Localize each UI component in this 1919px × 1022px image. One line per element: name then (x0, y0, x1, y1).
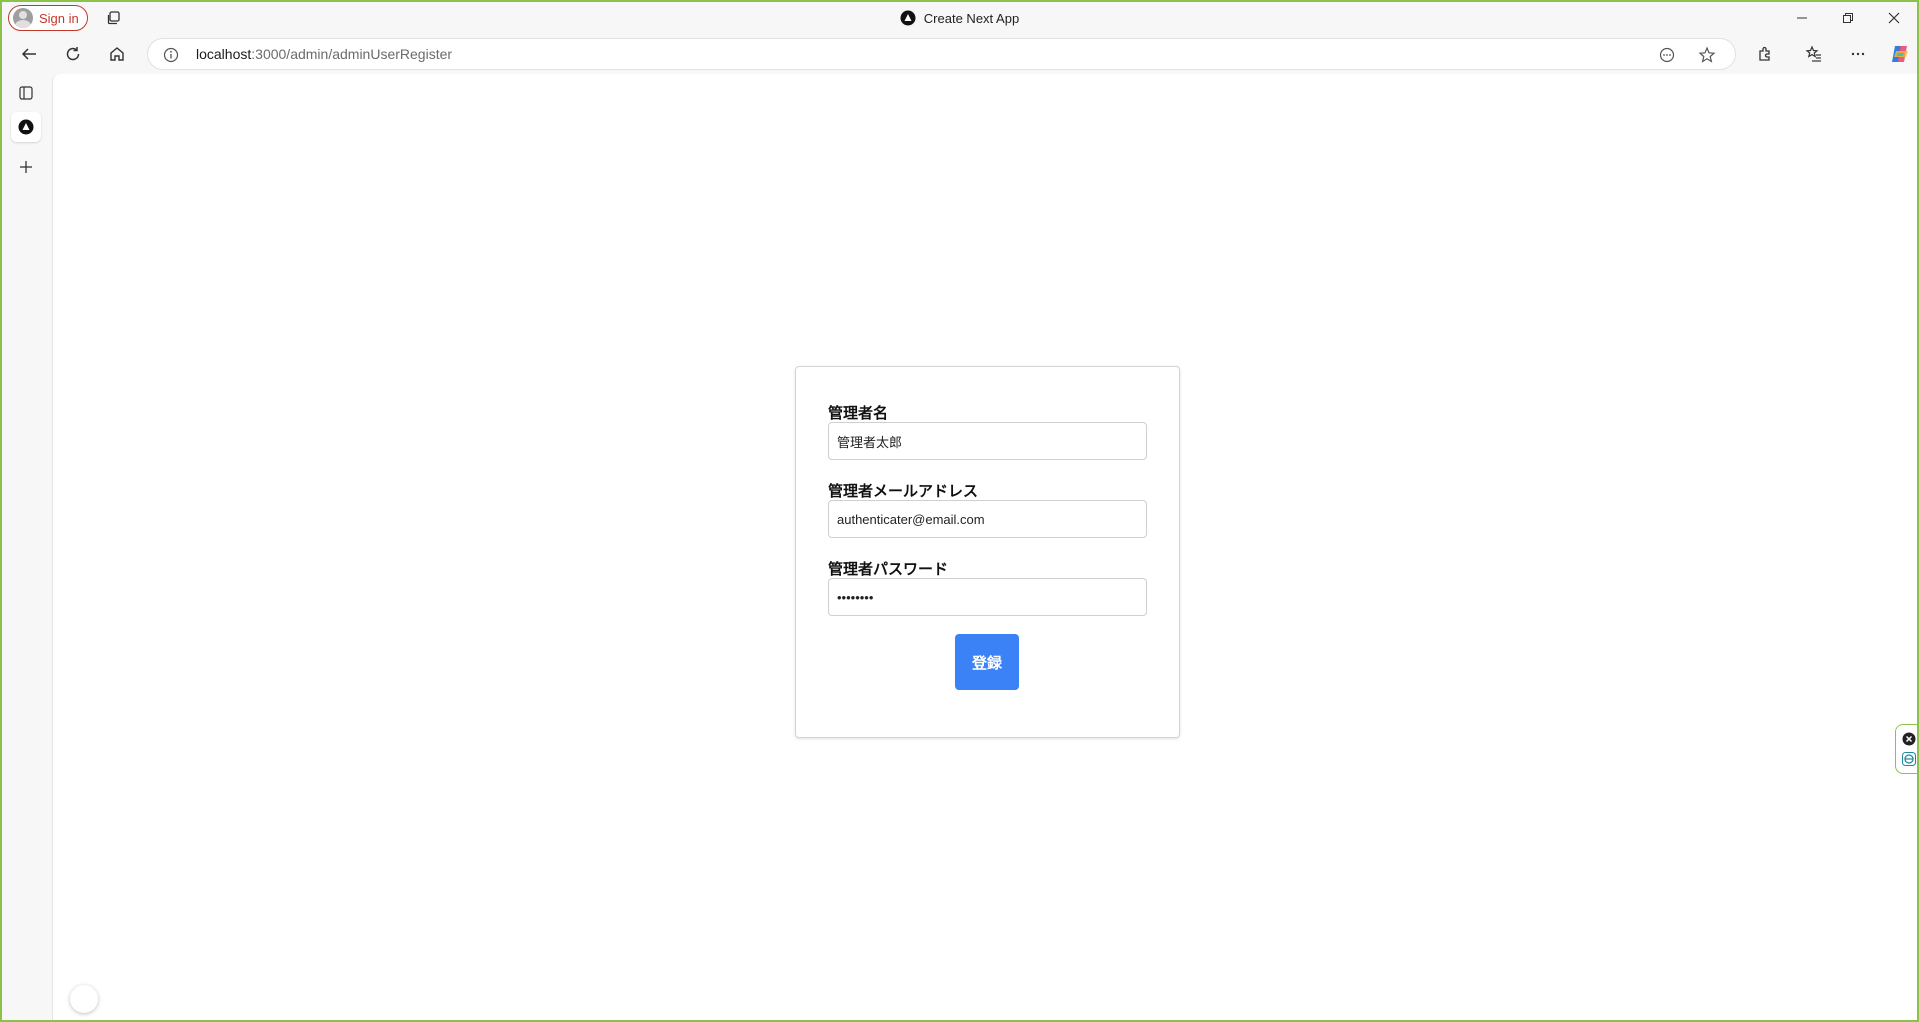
minimize-icon (1797, 17, 1807, 19)
close-circle-icon (1902, 732, 1915, 746)
favorite-star-icon (1698, 46, 1716, 63)
nextjs-icon (18, 119, 34, 135)
window-title-text: Create Next App (923, 10, 1020, 26)
copilot-button[interactable] (1886, 40, 1914, 68)
close-icon (1888, 12, 1900, 24)
sign-in-label: Sign in (39, 10, 79, 26)
email-input[interactable] (828, 500, 1147, 538)
maximize-button[interactable] (1825, 2, 1871, 34)
refresh-icon (66, 47, 80, 61)
copilot-icon (1892, 46, 1908, 62)
password-input[interactable] (828, 578, 1147, 616)
vertical-tab-strip (2, 74, 52, 1020)
register-button[interactable]: 登録 (955, 634, 1019, 690)
url-text[interactable]: localhost:3000/admin/adminUserRegister (196, 39, 452, 69)
reader-icon (1659, 47, 1675, 63)
url-host: localhost (196, 46, 252, 62)
close-window-button[interactable] (1871, 2, 1917, 34)
sidebar-toggle-icon (19, 86, 33, 100)
url-path: :3000/admin/adminUserRegister (251, 46, 453, 62)
new-tab-button[interactable] (11, 152, 41, 182)
tabs-icon[interactable] (105, 9, 123, 27)
back-button[interactable] (15, 40, 43, 68)
home-icon (110, 47, 124, 61)
maximize-icon (1843, 13, 1853, 23)
close-widget-button[interactable] (1901, 731, 1917, 747)
extensions-icon (1759, 46, 1770, 61)
favorites-button[interactable] (1800, 40, 1828, 68)
browser-window: Sign in Create Next App localhost:3000/a… (0, 0, 1919, 1022)
add-tab-icon (20, 161, 32, 173)
floating-button[interactable] (70, 985, 98, 1013)
sign-in-button[interactable]: Sign in (8, 5, 88, 31)
minimize-button[interactable] (1779, 2, 1825, 34)
name-label: 管理者名 (828, 405, 889, 422)
reader-button[interactable] (1656, 44, 1678, 66)
nextjs-icon (900, 10, 916, 26)
more-button[interactable] (1844, 40, 1872, 68)
window-title: Create Next App (2, 2, 1917, 34)
edge-extension-button[interactable] (1901, 751, 1917, 767)
back-icon (21, 48, 36, 60)
address-bar[interactable]: localhost:3000/admin/adminUserRegister (147, 38, 1736, 70)
extension-badge-icon (1901, 752, 1916, 766)
extensions-button[interactable] (1751, 40, 1779, 68)
register-form-card: 管理者名 管理者メールアドレス 管理者パスワード 登録 (795, 366, 1180, 738)
sidebar-toggle-button[interactable] (11, 78, 41, 108)
page-content: 管理者名 管理者メールアドレス 管理者パスワード 登録 (52, 74, 1917, 1020)
browser-toolbar: localhost:3000/admin/adminUserRegister (2, 34, 1917, 74)
info-icon (163, 47, 179, 63)
edge-side-widget (1895, 724, 1917, 774)
email-label: 管理者メールアドレス (828, 483, 979, 500)
title-bar: Sign in Create Next App (2, 2, 1917, 34)
refresh-button[interactable] (59, 40, 87, 68)
favorite-button[interactable] (1696, 44, 1718, 66)
window-controls (1779, 2, 1917, 34)
name-input[interactable] (828, 422, 1147, 460)
tab-create-next-app[interactable] (11, 112, 41, 142)
password-label: 管理者パスワード (828, 561, 949, 578)
home-button[interactable] (103, 40, 131, 68)
avatar-icon (13, 8, 33, 28)
more-icon (1851, 52, 1865, 56)
favorites-icon (1805, 45, 1821, 62)
site-info-button[interactable] (160, 44, 182, 66)
